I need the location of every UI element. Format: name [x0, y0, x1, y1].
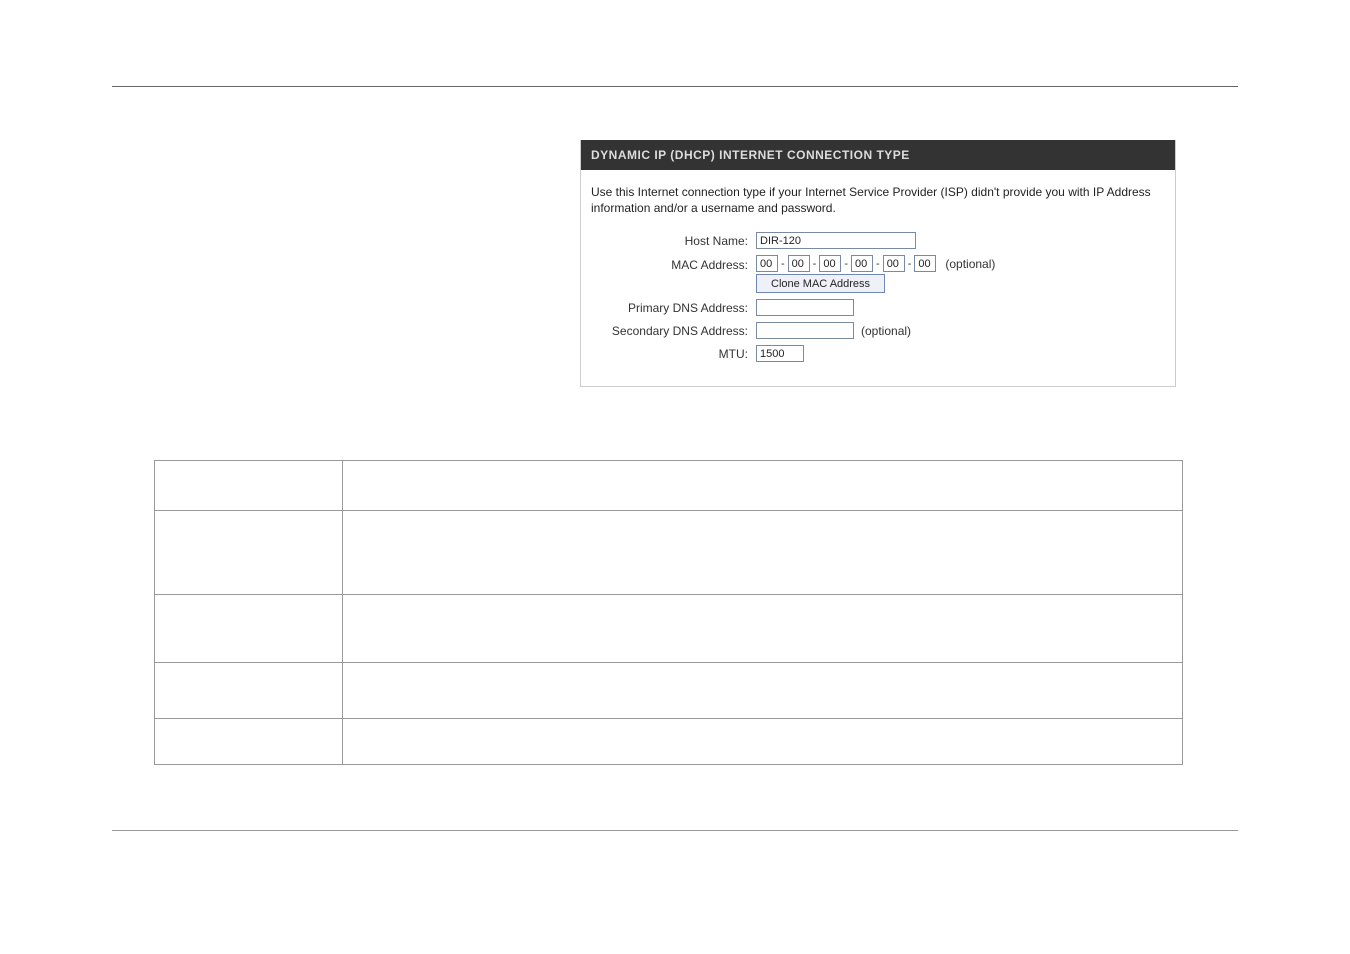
- table-cell: [343, 719, 1183, 765]
- table-cell: [155, 719, 343, 765]
- row-secondary-dns: Secondary DNS Address: (optional): [591, 322, 1165, 339]
- table-cell: [155, 595, 343, 663]
- table-cell: [155, 663, 343, 719]
- table-cell: [343, 511, 1183, 595]
- row-host-name: Host Name:: [591, 232, 1165, 249]
- mac-separator: -: [781, 258, 785, 270]
- clone-mac-button[interactable]: Clone MAC Address: [756, 274, 885, 293]
- primary-dns-input[interactable]: [756, 299, 854, 316]
- label-host-name: Host Name:: [591, 234, 756, 248]
- mac-separator: -: [908, 258, 912, 270]
- row-mac-address: MAC Address: - - - - - (optional): [591, 255, 1165, 293]
- mac-input-5[interactable]: [883, 255, 905, 272]
- secondary-dns-input[interactable]: [756, 322, 854, 339]
- panel-header: DYNAMIC IP (DHCP) INTERNET CONNECTION TY…: [581, 140, 1175, 170]
- form-rows: Host Name: MAC Address: - - - - -: [581, 232, 1175, 386]
- mac-input-2[interactable]: [788, 255, 810, 272]
- panel-description: Use this Internet connection type if you…: [581, 170, 1175, 232]
- table-cell: [343, 461, 1183, 511]
- label-mtu: MTU:: [591, 347, 756, 361]
- table-cell: [155, 461, 343, 511]
- bottom-horizontal-rule: [112, 830, 1238, 831]
- mac-separator: -: [844, 258, 848, 270]
- label-primary-dns: Primary DNS Address:: [591, 301, 756, 315]
- mac-optional-text: (optional): [945, 257, 995, 271]
- mac-input-3[interactable]: [819, 255, 841, 272]
- mac-separator: -: [813, 258, 817, 270]
- mac-input-6[interactable]: [914, 255, 936, 272]
- table-cell: [343, 663, 1183, 719]
- host-name-input[interactable]: [756, 232, 916, 249]
- label-mac-address: MAC Address:: [591, 255, 756, 272]
- mac-input-4[interactable]: [851, 255, 873, 272]
- secondary-dns-optional-text: (optional): [861, 324, 911, 338]
- dhcp-config-panel: DYNAMIC IP (DHCP) INTERNET CONNECTION TY…: [580, 140, 1176, 387]
- label-secondary-dns: Secondary DNS Address:: [591, 324, 756, 338]
- row-mtu: MTU:: [591, 345, 1165, 362]
- mac-separator: -: [876, 258, 880, 270]
- table-cell: [155, 511, 343, 595]
- row-primary-dns: Primary DNS Address:: [591, 299, 1165, 316]
- table-cell: [343, 595, 1183, 663]
- mtu-input[interactable]: [756, 345, 804, 362]
- top-horizontal-rule: [112, 86, 1238, 87]
- mac-input-1[interactable]: [756, 255, 778, 272]
- lower-table: [154, 460, 1183, 765]
